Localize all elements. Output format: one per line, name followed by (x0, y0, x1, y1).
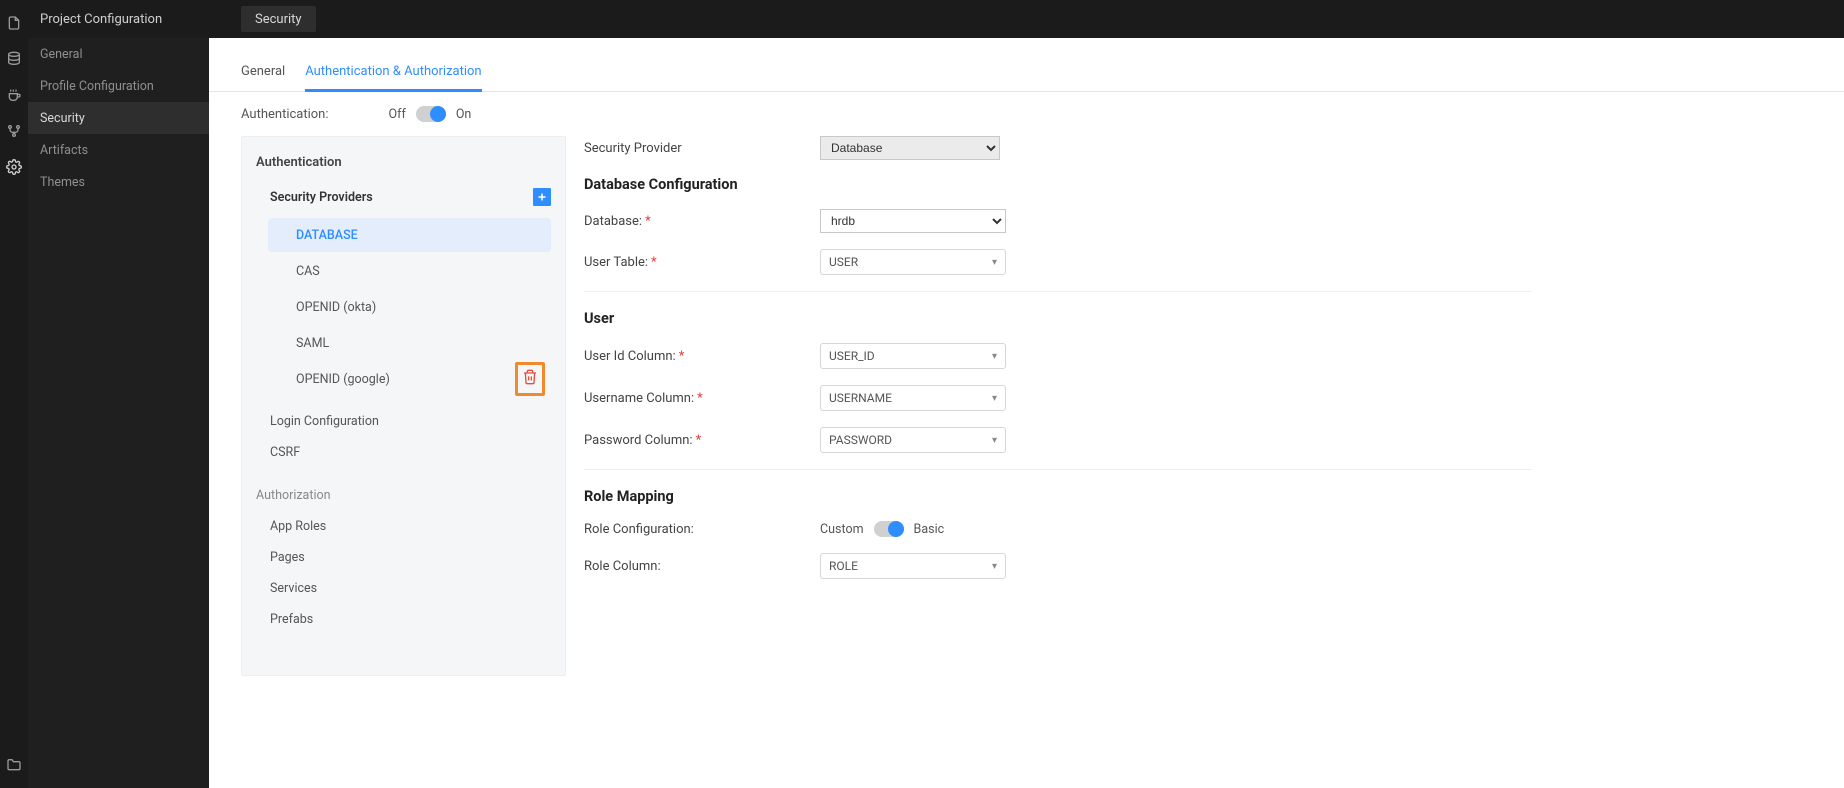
toggle-on-label: On (456, 107, 472, 122)
left-panel: Authentication Security Providers DATABA… (241, 136, 566, 676)
auth-toggle: Off On (389, 106, 472, 122)
chevron-down-icon: ▾ (992, 257, 997, 268)
sidebar-item-artifacts[interactable]: Artifacts (28, 134, 209, 166)
security-provider-label: Security Provider (584, 141, 820, 156)
password-label: Password Column:* (584, 433, 820, 448)
user-table-value: USER (829, 255, 858, 269)
role-config-toggle-wrap: Custom Basic (820, 521, 944, 537)
file-icon[interactable] (5, 14, 23, 32)
lp-prefabs[interactable]: Prefabs (256, 604, 551, 635)
lp-authorization-heading: Authorization (256, 488, 551, 503)
lp-csrf[interactable]: CSRF (256, 437, 551, 468)
provider-label: OPENID (google) (296, 372, 390, 387)
lp-pages[interactable]: Pages (256, 542, 551, 573)
delete-provider-button[interactable] (522, 369, 538, 389)
delete-provider-highlight (515, 362, 545, 396)
chevron-down-icon: ▾ (992, 435, 997, 446)
database-icon[interactable] (5, 50, 23, 68)
auth-toggle-switch[interactable] (416, 106, 446, 122)
userid-combo[interactable]: USER_ID ▾ (820, 343, 1006, 369)
provider-list: DATABASE CAS OPENID (okta) SAML OPENID ( (256, 218, 551, 396)
panel-row: Authentication Security Providers DATABA… (241, 136, 1812, 676)
provider-label: OPENID (okta) (296, 300, 376, 315)
provider-item-database[interactable]: DATABASE (268, 218, 551, 252)
add-provider-button[interactable] (533, 188, 551, 206)
app-root: Project Configuration General Profile Co… (0, 0, 1844, 788)
trash-icon (522, 369, 538, 385)
provider-label: CAS (296, 264, 320, 279)
role-config-label: Role Configuration: (584, 522, 820, 537)
role-column-combo[interactable]: ROLE ▾ (820, 553, 1006, 579)
tab-general[interactable]: General (241, 56, 285, 91)
sidebar-item-label: Profile Configuration (40, 79, 154, 94)
cup-icon[interactable] (5, 86, 23, 104)
folder-icon[interactable] (5, 756, 23, 774)
sidebar-item-label: Security (40, 111, 85, 126)
role-basic-label: Basic (914, 522, 945, 537)
database-select[interactable]: hrdb (820, 209, 1006, 233)
sidebar-title: Project Configuration (28, 0, 209, 38)
toggle-off-label: Off (389, 107, 406, 122)
lp-security-providers-heading: Security Providers (256, 184, 551, 216)
provider-item-saml[interactable]: SAML (268, 326, 551, 360)
main: Security General Authentication & Author… (209, 0, 1844, 788)
lp-services[interactable]: Services (256, 573, 551, 604)
sidebar-item-profile-configuration[interactable]: Profile Configuration (28, 70, 209, 102)
chevron-down-icon: ▾ (992, 561, 997, 572)
sidebar-item-label: Themes (40, 175, 85, 190)
lp-login-config[interactable]: Login Configuration (256, 406, 551, 437)
topbar: Security (209, 0, 1844, 38)
username-label: Username Column:* (584, 391, 820, 406)
sidebar-item-general[interactable]: General (28, 38, 209, 70)
sidebar-item-label: Artifacts (40, 143, 88, 158)
role-mapping-title: Role Mapping (584, 488, 1532, 505)
role-column-value: ROLE (829, 559, 858, 573)
password-combo[interactable]: PASSWORD ▾ (820, 427, 1006, 453)
auth-toggle-row: Authentication: Off On (241, 106, 1844, 122)
provider-label: SAML (296, 336, 329, 351)
provider-item-openid-okta[interactable]: OPENID (okta) (268, 290, 551, 324)
chevron-down-icon: ▾ (992, 393, 997, 404)
provider-item-openid-google[interactable]: OPENID (google) (268, 362, 551, 396)
chevron-down-icon: ▾ (992, 351, 997, 362)
username-combo[interactable]: USERNAME ▾ (820, 385, 1006, 411)
branch-icon[interactable] (5, 122, 23, 140)
provider-label: DATABASE (296, 228, 358, 243)
username-value: USERNAME (829, 391, 892, 405)
gear-icon[interactable] (5, 158, 23, 176)
lp-heading-authentication: Authentication (256, 155, 551, 170)
user-title: User (584, 310, 1532, 327)
tabs: General Authentication & Authorization (209, 56, 1844, 92)
right-panel: Security Provider Database Database Conf… (584, 136, 1812, 676)
role-config-toggle[interactable] (874, 521, 904, 537)
tab-auth[interactable]: Authentication & Authorization (305, 56, 481, 92)
auth-toggle-label: Authentication: (241, 107, 329, 122)
role-custom-label: Custom (820, 522, 864, 537)
sidebar-item-security[interactable]: Security (28, 102, 209, 134)
password-value: PASSWORD (829, 433, 892, 447)
user-table-label: User Table:* (584, 255, 820, 270)
provider-item-cas[interactable]: CAS (268, 254, 551, 288)
lp-security-providers-label: Security Providers (270, 190, 373, 205)
lp-app-roles[interactable]: App Roles (256, 511, 551, 542)
user-table-combo[interactable]: USER ▾ (820, 249, 1006, 275)
content: General Authentication & Authorization A… (209, 38, 1844, 788)
plus-icon (536, 191, 548, 203)
db-config-title: Database Configuration (584, 176, 1532, 193)
role-column-label: Role Column: (584, 559, 820, 574)
sidebar: Project Configuration General Profile Co… (28, 0, 209, 788)
security-provider-select[interactable]: Database (820, 136, 1000, 160)
sidebar-item-label: General (40, 47, 83, 62)
topbar-tab-security[interactable]: Security (241, 6, 316, 32)
userid-value: USER_ID (829, 349, 875, 363)
sidebar-item-themes[interactable]: Themes (28, 166, 209, 198)
userid-label: User Id Column:* (584, 349, 820, 364)
icon-rail (0, 0, 28, 788)
database-label: Database:* (584, 214, 820, 229)
